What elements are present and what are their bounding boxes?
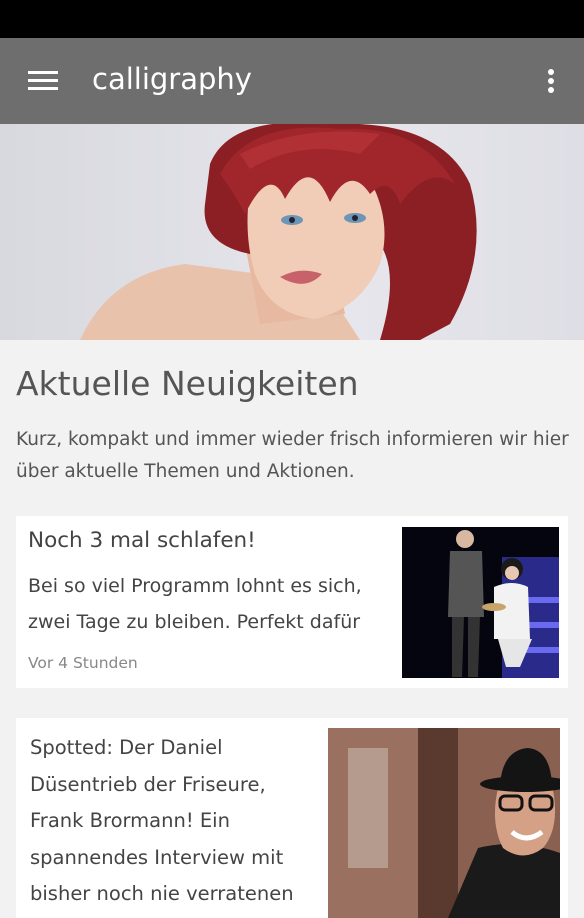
hero-image bbox=[0, 124, 584, 340]
news-card-snippet: Bei so viel Programm lohnt es sich, zwei… bbox=[28, 575, 362, 633]
news-card-image bbox=[402, 527, 559, 678]
news-card[interactable]: Spotted: Der Daniel Düsentrieb der Frise… bbox=[16, 718, 568, 918]
section-description: Kurz, kompakt und immer wieder frisch in… bbox=[16, 429, 569, 482]
news-card[interactable]: Noch 3 mal schlafen! Bei so viel Program… bbox=[16, 516, 568, 688]
app-bar: calligraphy bbox=[0, 38, 584, 124]
status-bar bbox=[0, 0, 584, 38]
news-card-image bbox=[328, 728, 560, 918]
news-card-title: Spotted: Der Daniel Düsentrieb der Frise… bbox=[30, 736, 294, 905]
hamburger-menu-icon[interactable] bbox=[22, 64, 64, 98]
app-title: calligraphy bbox=[92, 62, 252, 96]
section-title: Aktuelle Neuigkeiten bbox=[16, 364, 359, 403]
news-card-title: Noch 3 mal schlafen! bbox=[28, 528, 256, 553]
news-card-time: Vor 4 Stunden bbox=[28, 654, 138, 672]
more-vertical-icon[interactable] bbox=[536, 64, 566, 98]
